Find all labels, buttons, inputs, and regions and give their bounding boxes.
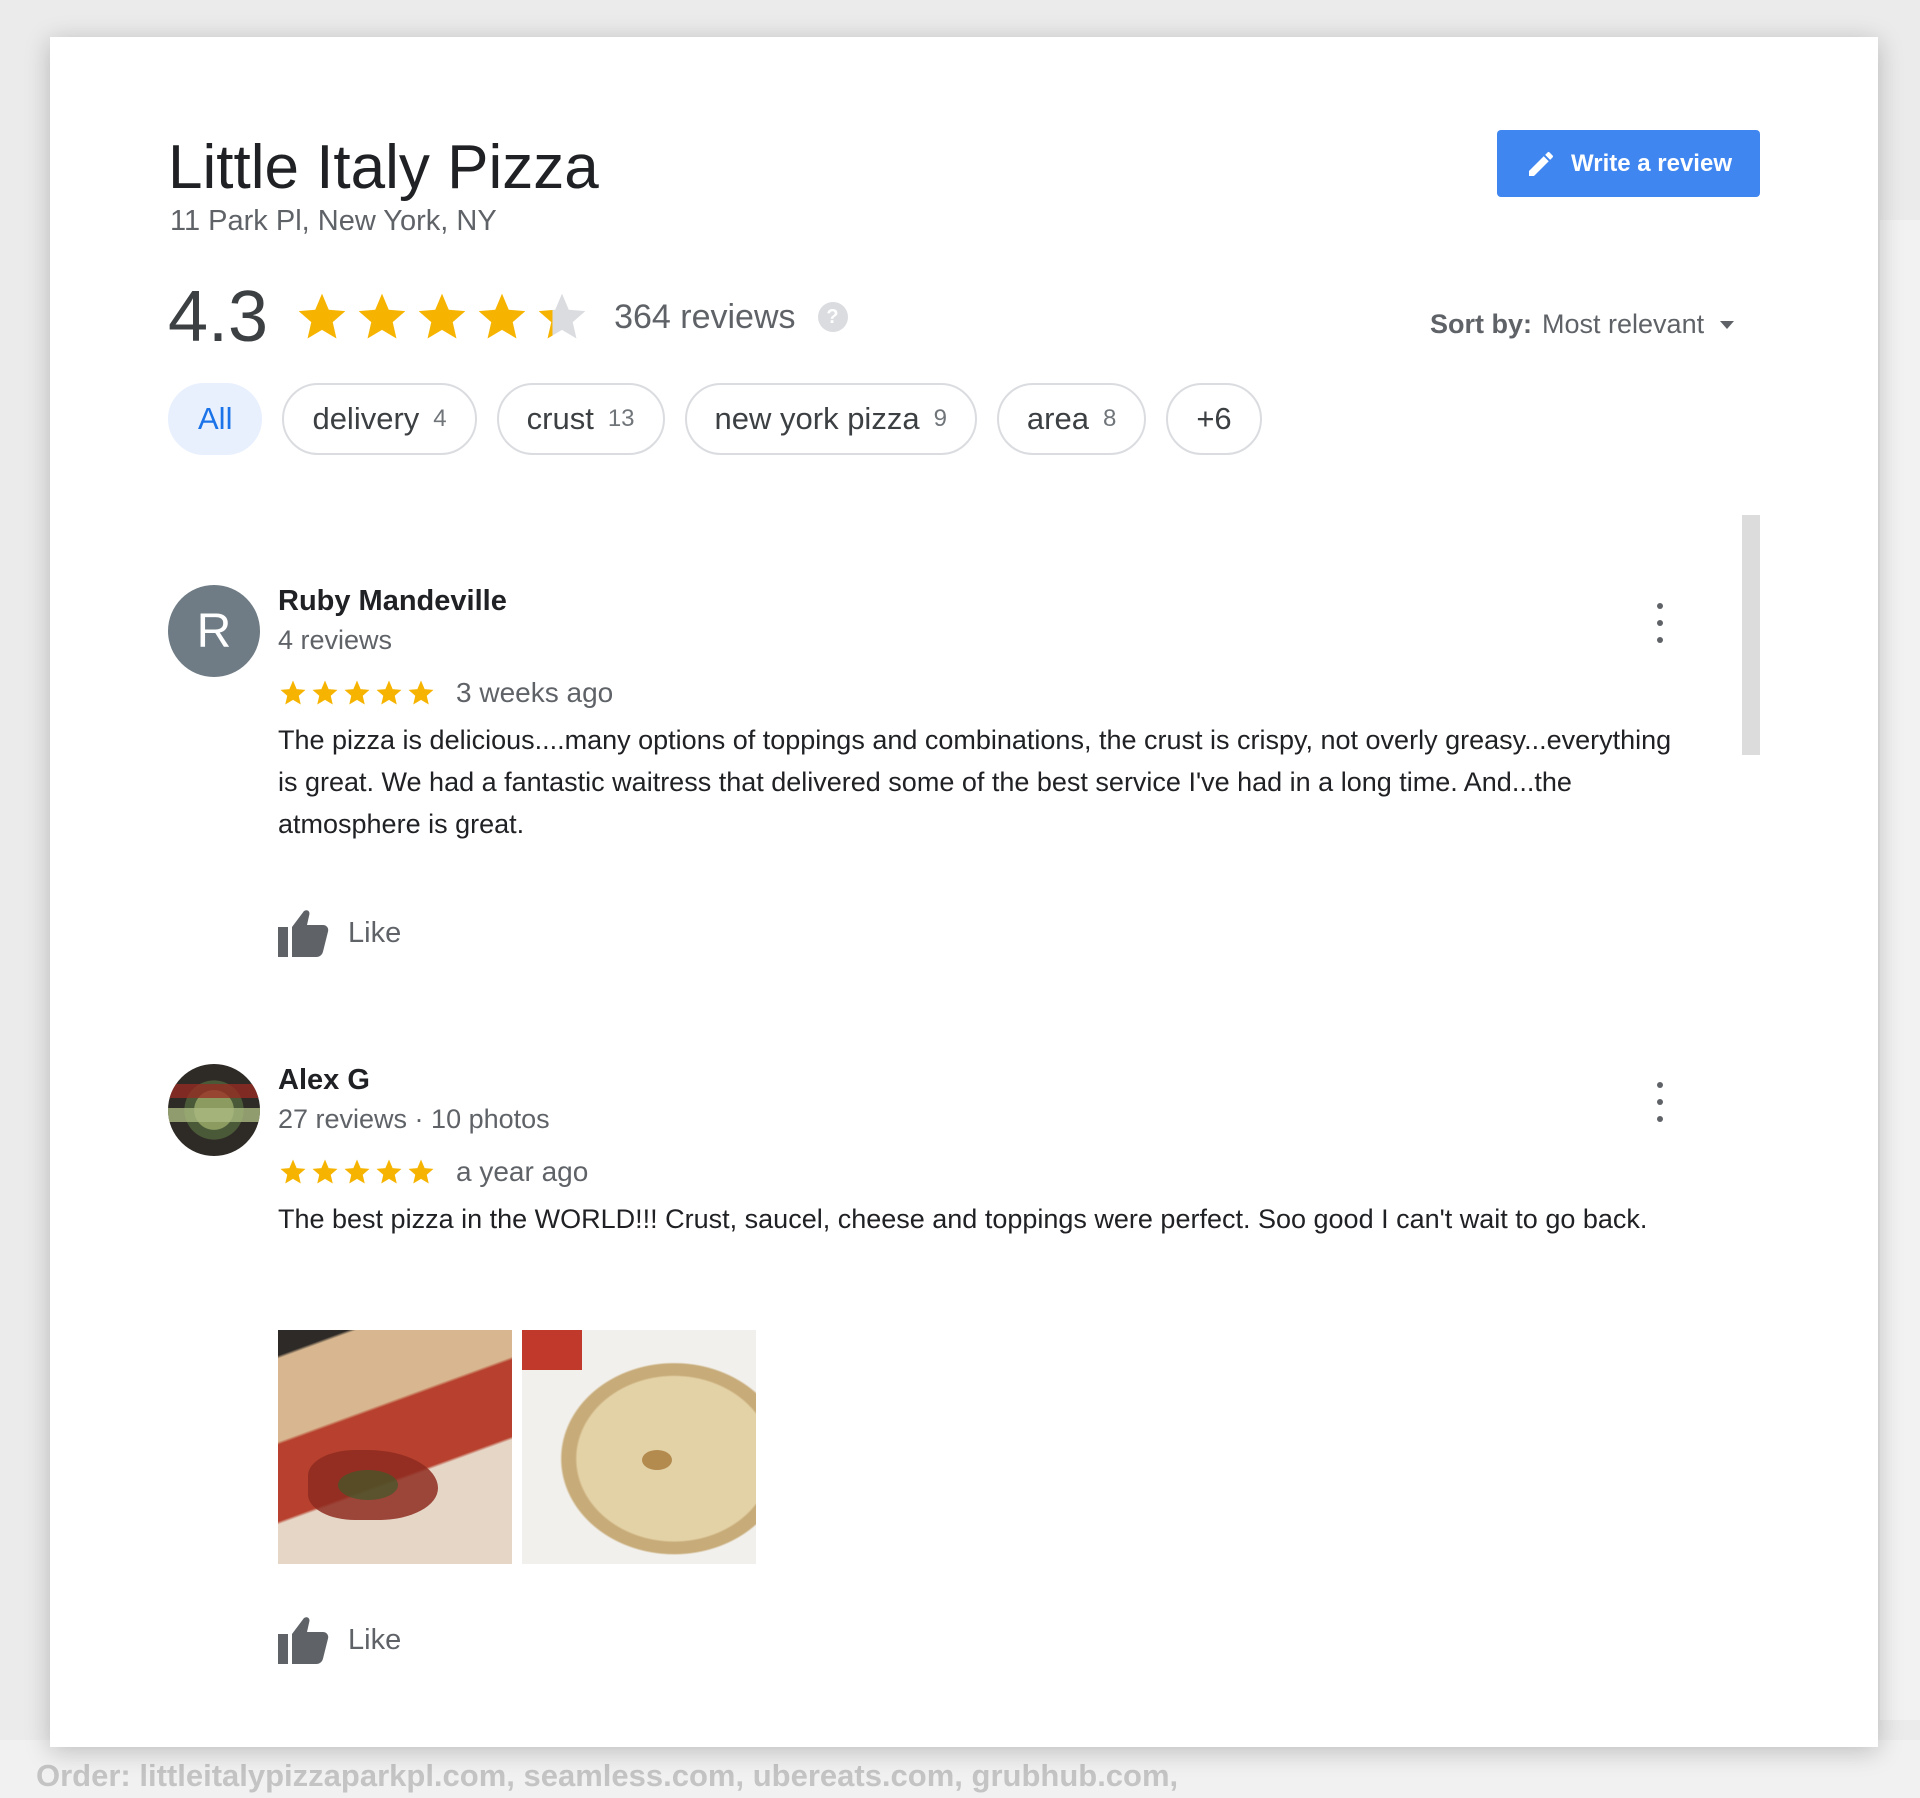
place-address: 11 Park Pl, New York, NY — [170, 205, 497, 237]
write-review-label: Write a review — [1571, 149, 1732, 177]
rating-stars — [294, 289, 590, 345]
star-icon — [358, 293, 406, 339]
reviewer-meta: 27 reviews · 10 photos — [278, 1104, 550, 1134]
more-vert-icon[interactable] — [1648, 603, 1672, 643]
review-date: a year ago — [456, 1156, 589, 1187]
write-review-button[interactable]: Write a review — [1497, 130, 1760, 197]
review-photo-white-pizza[interactable] — [522, 1330, 756, 1564]
chip-count: 4 — [433, 405, 447, 432]
star-icon — [312, 680, 338, 705]
avatar[interactable] — [168, 1064, 260, 1156]
more-vert-icon[interactable] — [1648, 1082, 1672, 1122]
background-panel — [1880, 220, 1920, 1720]
review-date: 3 weeks ago — [456, 677, 614, 708]
star-icon — [312, 1159, 338, 1184]
sort-value: Most relevant — [1542, 309, 1705, 339]
star-icon — [478, 293, 526, 339]
chip-count: 9 — [933, 405, 947, 432]
scrollbar-thumb[interactable] — [1742, 515, 1760, 755]
review-text: The best pizza in the WORLD!!! Crust, sa… — [278, 1204, 1648, 1234]
like-button[interactable]: Like — [278, 1616, 401, 1664]
sort-label: Sort by: — [1430, 309, 1533, 339]
review-stars — [278, 1157, 436, 1187]
review-photo-pizza-slices[interactable] — [278, 1330, 512, 1564]
like-label: Like — [348, 916, 402, 949]
reviewer-meta: 4 reviews — [278, 625, 393, 655]
chip-label: +6 — [1196, 401, 1232, 436]
background-order-links: Order: littleitalypizzaparkpl.com, seaml… — [36, 1758, 1179, 1793]
caret-down-icon — [1720, 320, 1735, 329]
star-icon — [408, 680, 434, 705]
like-label: Like — [348, 1623, 402, 1656]
chip-all[interactable]: All — [168, 383, 263, 455]
chip-label: All — [198, 401, 233, 436]
chip-count: 8 — [1102, 405, 1117, 432]
star-icon — [298, 293, 346, 339]
sort-dropdown[interactable]: Sort by: Most relevant — [1430, 309, 1735, 340]
like-button[interactable]: Like — [278, 909, 401, 957]
help-icon[interactable]: ? — [817, 302, 848, 332]
star-icon — [280, 680, 306, 705]
chip-new-york-pizza[interactable]: new york pizza 9 — [684, 383, 977, 455]
review-rating: a year ago — [278, 1156, 588, 1188]
chip-crust[interactable]: crust 13 — [496, 383, 665, 455]
review-rating: 3 weeks ago — [278, 677, 613, 709]
star-icon — [280, 1159, 306, 1184]
star-icon — [538, 293, 586, 339]
chip-label: new york pizza — [714, 401, 920, 436]
thumbs-up-icon — [278, 1617, 329, 1664]
chip-label: delivery — [312, 401, 420, 436]
review-text: The pizza is delicious....many options o… — [278, 725, 1672, 839]
chip-count: 13 — [607, 405, 635, 432]
chip-area[interactable]: area 8 — [996, 383, 1147, 455]
rating-value: 4.3 — [168, 277, 269, 357]
chip-label: area — [1026, 401, 1089, 436]
reviews-dialog: Little Italy Pizza 11 Park Pl, New York,… — [50, 37, 1878, 1747]
rating-summary: 4.3 364 reviews ? — [168, 277, 848, 357]
star-icon — [376, 1159, 402, 1184]
review-stars — [278, 678, 436, 708]
topic-chips: All delivery 4 crust 13 new york pizza 9… — [168, 383, 1262, 455]
review-photos — [278, 1330, 756, 1564]
star-icon — [344, 1159, 370, 1184]
chip-label: crust — [526, 401, 594, 436]
star-icon — [376, 680, 402, 705]
thumbs-up-icon — [278, 910, 329, 957]
pencil-icon — [1529, 151, 1554, 176]
star-icon — [408, 1159, 434, 1184]
star-icon — [344, 680, 370, 705]
star-icon — [418, 293, 466, 339]
reviewer-name[interactable]: Ruby Mandeville — [278, 585, 507, 618]
avatar[interactable]: R — [168, 585, 260, 677]
place-title: Little Italy Pizza — [168, 133, 599, 202]
chip-delivery[interactable]: delivery 4 — [282, 383, 477, 455]
review-count: 364 reviews — [614, 297, 796, 336]
chip-more[interactable]: +6 — [1166, 383, 1262, 455]
reviewer-name[interactable]: Alex G — [278, 1064, 370, 1097]
